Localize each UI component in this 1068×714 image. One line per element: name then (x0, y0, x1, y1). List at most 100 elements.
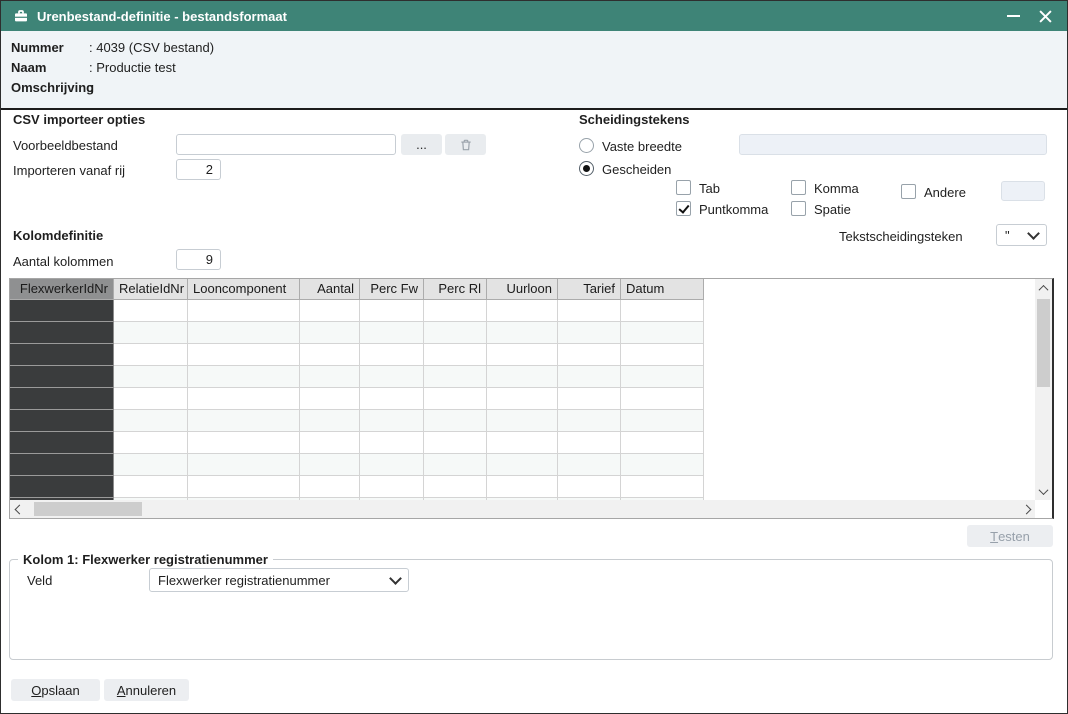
table-cell[interactable] (188, 432, 300, 454)
voorbeeldbestand-input[interactable] (176, 134, 396, 155)
table-cell[interactable] (188, 344, 300, 366)
column-header-flexwerkeridnr[interactable]: FlexwerkerIdNr (10, 279, 114, 300)
table-cell[interactable] (188, 454, 300, 476)
aantal-kolommen-input[interactable] (176, 249, 221, 270)
table-cell[interactable] (188, 410, 300, 432)
table-cell[interactable] (558, 322, 621, 344)
table-cell[interactable] (558, 388, 621, 410)
table-cell[interactable] (487, 322, 558, 344)
table-cell[interactable] (558, 300, 621, 322)
table-cell[interactable] (300, 388, 360, 410)
gescheiden-radio[interactable] (579, 161, 594, 176)
table-cell[interactable] (621, 432, 704, 454)
opslaan-button[interactable]: Opslaan (11, 679, 100, 701)
importeren-vanaf-rij-input[interactable] (176, 159, 221, 180)
table-cell[interactable] (424, 344, 487, 366)
table-cell[interactable] (300, 344, 360, 366)
tekstscheidingsteken-select[interactable]: " (996, 224, 1047, 246)
puntkomma-checkbox[interactable] (676, 201, 691, 216)
table-cell[interactable] (621, 388, 704, 410)
table-cell[interactable] (300, 410, 360, 432)
table-cell[interactable] (360, 322, 424, 344)
table-cell[interactable] (360, 388, 424, 410)
andere-checkbox[interactable] (901, 184, 916, 199)
vertical-scrollbar-thumb[interactable] (1037, 299, 1050, 387)
table-cell[interactable] (621, 300, 704, 322)
table-cell[interactable] (621, 454, 704, 476)
column-header-perc-fw[interactable]: Perc Fw (360, 279, 424, 300)
table-cell[interactable] (558, 366, 621, 388)
table-cell[interactable] (424, 476, 487, 498)
table-cell[interactable] (360, 366, 424, 388)
selected-column-cell[interactable] (10, 476, 114, 498)
scroll-left-button[interactable] (10, 500, 28, 518)
column-header-aantal[interactable]: Aantal (300, 279, 360, 300)
selected-column-cell[interactable] (10, 410, 114, 432)
table-cell[interactable] (114, 410, 188, 432)
table-cell[interactable] (424, 388, 487, 410)
table-cell[interactable] (188, 322, 300, 344)
selected-column-cell[interactable] (10, 454, 114, 476)
table-cell[interactable] (558, 476, 621, 498)
table-cell[interactable] (114, 322, 188, 344)
scroll-right-button[interactable] (1017, 500, 1035, 518)
spatie-checkbox[interactable] (791, 201, 806, 216)
tab-checkbox[interactable] (676, 180, 691, 195)
table-cell[interactable] (558, 410, 621, 432)
table-cell[interactable] (360, 454, 424, 476)
table-cell[interactable] (558, 344, 621, 366)
table-cell[interactable] (424, 454, 487, 476)
table-cell[interactable] (188, 366, 300, 388)
delete-file-button[interactable] (445, 134, 486, 155)
vertical-scrollbar[interactable] (1035, 279, 1052, 500)
table-cell[interactable] (558, 454, 621, 476)
table-cell[interactable] (360, 300, 424, 322)
vaste-breedte-input[interactable] (739, 134, 1047, 155)
table-cell[interactable] (424, 432, 487, 454)
table-cell[interactable] (424, 410, 487, 432)
column-header-datum[interactable]: Datum (621, 279, 704, 300)
table-cell[interactable] (487, 454, 558, 476)
table-cell[interactable] (114, 366, 188, 388)
table-cell[interactable] (188, 476, 300, 498)
table-cell[interactable] (487, 366, 558, 388)
table-cell[interactable] (300, 300, 360, 322)
table-cell[interactable] (114, 454, 188, 476)
column-header-looncomponent[interactable]: Looncomponent (188, 279, 300, 300)
selected-column-cell[interactable] (10, 322, 114, 344)
table-cell[interactable] (487, 300, 558, 322)
table-cell[interactable] (621, 476, 704, 498)
scroll-up-button[interactable] (1035, 279, 1052, 297)
browse-button[interactable]: ... (401, 134, 442, 155)
vaste-breedte-radio[interactable] (579, 138, 594, 153)
table-cell[interactable] (360, 476, 424, 498)
table-cell[interactable] (114, 432, 188, 454)
selected-column-cell[interactable] (10, 432, 114, 454)
table-cell[interactable] (300, 476, 360, 498)
veld-select[interactable]: Flexwerker registratienummer (149, 568, 409, 592)
column-header-perc-rl[interactable]: Perc Rl (424, 279, 487, 300)
table-cell[interactable] (487, 388, 558, 410)
table-cell[interactable] (188, 388, 300, 410)
andere-delimiter-input[interactable] (1001, 181, 1045, 201)
selected-column-cell[interactable] (10, 366, 114, 388)
table-cell[interactable] (424, 300, 487, 322)
column-header-uurloon[interactable]: Uurloon (487, 279, 558, 300)
table-cell[interactable] (487, 476, 558, 498)
table-cell[interactable] (621, 322, 704, 344)
table-cell[interactable] (300, 366, 360, 388)
table-cell[interactable] (487, 432, 558, 454)
table-cell[interactable] (188, 300, 300, 322)
table-cell[interactable] (360, 432, 424, 454)
table-cell[interactable] (621, 366, 704, 388)
selected-column-cell[interactable] (10, 300, 114, 322)
table-cell[interactable] (114, 476, 188, 498)
minimize-button[interactable] (997, 1, 1029, 31)
horizontal-scrollbar-thumb[interactable] (34, 502, 142, 516)
selected-column-cell[interactable] (10, 344, 114, 366)
table-cell[interactable] (424, 322, 487, 344)
table-cell[interactable] (487, 344, 558, 366)
table-cell[interactable] (621, 410, 704, 432)
column-header-tarief[interactable]: Tarief (558, 279, 621, 300)
table-cell[interactable] (114, 300, 188, 322)
